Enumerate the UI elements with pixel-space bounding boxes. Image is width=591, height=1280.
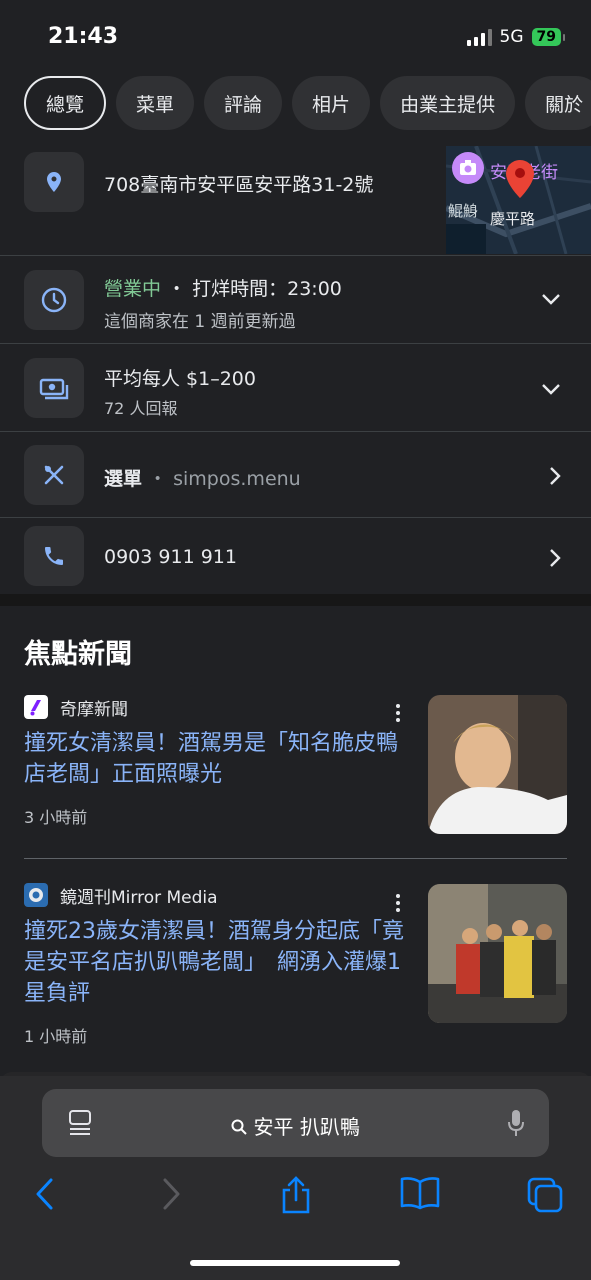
tab-photos[interactable]: 相片: [292, 76, 371, 130]
tab-reviews[interactable]: 評論: [204, 76, 283, 130]
clock: 21:43: [48, 24, 119, 49]
tab-from-owner[interactable]: 由業主提供: [380, 76, 516, 130]
price-row[interactable]: 平均每人 $1–200 72 人回報: [0, 344, 591, 432]
home-indicator: [190, 1260, 400, 1266]
map-pin-icon: [506, 160, 534, 202]
news-item[interactable]: 奇摩新聞 撞死女清潔員！酒駕男是「知名脆皮鴨店老闆」正面照曝光 3 小時前: [24, 694, 567, 844]
news-thumbnail[interactable]: [428, 884, 567, 1023]
phone-number: 0903 911 911: [104, 546, 237, 568]
tab-overview[interactable]: 總覽: [24, 76, 107, 130]
news-headline[interactable]: 撞死23歲女清潔員！酒駕身分起底「竟是安平名店扒趴鴨老闆」 網湧入灌爆1星負評: [24, 916, 404, 1009]
signal-icon: [466, 28, 492, 46]
money-icon: [24, 358, 84, 418]
price-reports: 72 人回報: [104, 399, 178, 418]
more-options-icon[interactable]: [396, 704, 400, 726]
tab-about[interactable]: 關於: [525, 76, 591, 130]
menu-label: 選單: [104, 468, 143, 490]
separator: ・: [148, 468, 168, 490]
status-bar: 21:43 5G 79: [0, 0, 591, 70]
tab-bar: 總覽 菜單 評論 相片 由業主提供 關於: [24, 76, 591, 130]
network-label: 5G: [499, 27, 524, 47]
news-thumbnail[interactable]: [428, 695, 567, 834]
chevron-right-icon[interactable]: [549, 466, 561, 490]
news-source: 奇摩新聞: [60, 699, 128, 720]
separator: ・: [167, 278, 187, 300]
map-road-label: 慶平路: [490, 210, 536, 228]
more-options-icon[interactable]: [396, 894, 400, 916]
yahoo-news-logo-icon: [24, 695, 48, 719]
chevron-right-icon[interactable]: [549, 548, 561, 572]
address-bar[interactable]: 安平 扒趴鴨: [42, 1089, 549, 1157]
news-section-title: 焦點新聞: [24, 639, 132, 670]
price-range: 平均每人 $1–200: [104, 368, 256, 390]
search-icon: [231, 1115, 253, 1139]
phone-row[interactable]: 0903 911 911: [0, 518, 591, 594]
address-text: 708臺南市安平區安平路31-2號: [104, 174, 374, 196]
open-status: 營業中: [104, 278, 162, 300]
camera-icon: [452, 152, 484, 184]
location-pin-icon: [24, 152, 84, 212]
news-headline[interactable]: 撞死女清潔員！酒駕男是「知名脆皮鴨店老闆」正面照曝光: [24, 728, 404, 790]
news-item[interactable]: 鏡週刊Mirror Media 撞死23歲女清潔員！酒駕身分起底「竟是安平名店扒…: [24, 882, 567, 1052]
divider: [24, 858, 567, 859]
clock-icon: [24, 270, 84, 330]
hours-row[interactable]: 營業中 ・ 打烊時間：23:00 這個商家在 1 週前更新過: [0, 256, 591, 344]
search-query[interactable]: 安平 扒趴鴨: [254, 1115, 360, 1139]
news-age: 1 小時前: [24, 1027, 88, 1046]
microphone-icon[interactable]: [507, 1109, 525, 1141]
map-road-label: 鯤鯓: [448, 202, 479, 220]
share-icon[interactable]: [280, 1176, 312, 1218]
map-thumbnail[interactable]: 安平老街 鯤鯓 慶平路: [446, 146, 591, 254]
phone-icon: [24, 526, 84, 586]
utensils-icon: [24, 445, 84, 505]
section-divider: [0, 594, 591, 606]
chevron-down-icon[interactable]: [541, 290, 561, 309]
back-icon[interactable]: [34, 1176, 54, 1216]
forward-icon[interactable]: [162, 1176, 182, 1216]
tabs-icon[interactable]: [526, 1176, 564, 1218]
battery-icon: 79: [531, 28, 566, 46]
news-source: 鏡週刊Mirror Media: [60, 887, 218, 908]
closing-time: 打烊時間：23:00: [192, 278, 342, 300]
menu-row[interactable]: 選單 ・ simpos.menu: [0, 432, 591, 518]
bookmarks-icon[interactable]: [400, 1176, 440, 1214]
menu-url[interactable]: simpos.menu: [173, 468, 301, 490]
chevron-down-icon[interactable]: [541, 380, 561, 399]
mirror-media-logo-icon: [24, 883, 48, 907]
tab-menu[interactable]: 菜單: [116, 76, 195, 130]
hours-updated: 這個商家在 1 週前更新過: [104, 312, 296, 332]
